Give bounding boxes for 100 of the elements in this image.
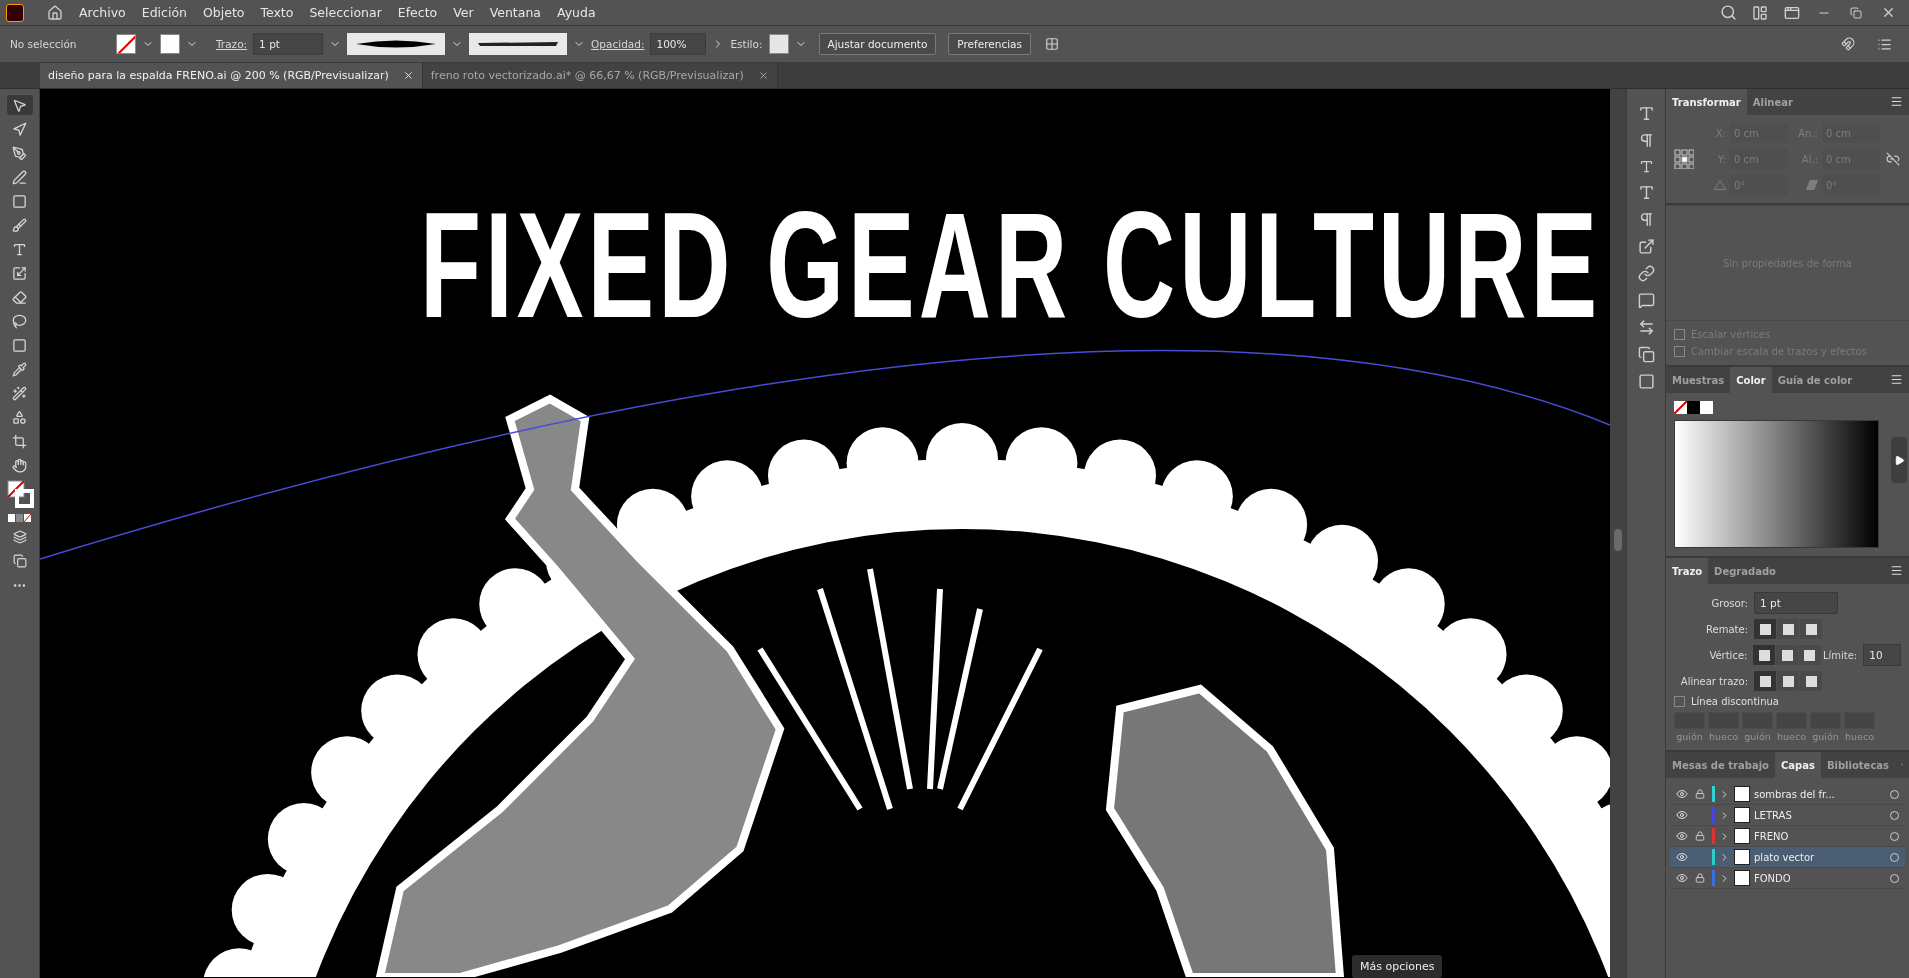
comment-icon[interactable] — [1637, 292, 1655, 309]
limit-field[interactable]: 10 — [1863, 644, 1901, 666]
menu-item[interactable]: Ver — [446, 5, 481, 20]
fill-swatch[interactable] — [116, 34, 136, 54]
menu-item[interactable]: Efecto — [390, 5, 445, 20]
corner-label: Vértice: — [1708, 649, 1748, 661]
lock-icon[interactable] — [1695, 831, 1705, 841]
toolbar-button[interactable]: Ajustar documento — [818, 33, 937, 55]
stroke-swatch[interactable] — [160, 34, 180, 54]
dash-label: guión — [1743, 731, 1772, 742]
glyph-icon[interactable] — [1638, 159, 1654, 174]
menu-item[interactable]: Texto — [253, 5, 301, 20]
eye-icon[interactable] — [1676, 809, 1688, 821]
document-tab[interactable]: diseño para la espalda FRENO.ai @ 200 % (RGB/Previsualizar) — [40, 63, 423, 88]
toolbar-button[interactable]: Preferencias — [948, 33, 1031, 55]
checkbox[interactable] — [1674, 696, 1685, 707]
weight-label: Grosor: — [1710, 597, 1748, 609]
eye-icon[interactable] — [1676, 851, 1688, 863]
document-tab[interactable]: freno roto vectorizado.ai* @ 66,67 % (RGB/Previsualizar) — [422, 63, 778, 88]
layer-row[interactable]: FONDO — [1670, 868, 1905, 889]
character-style-icon[interactable] — [1637, 184, 1655, 201]
layer-thumbnail — [1734, 828, 1750, 844]
panel-tab[interactable]: Capas — [1774, 752, 1821, 778]
layer-name: FONDO — [1754, 872, 1792, 884]
scrollbar-thumb[interactable] — [1614, 529, 1622, 551]
opacity-field[interactable]: 100% — [650, 33, 707, 55]
tooltip: Más opciones — [1352, 955, 1443, 978]
cap-icon[interactable] — [1800, 619, 1822, 639]
color-spectrum[interactable] — [1674, 420, 1879, 548]
dash-label: guión — [1811, 731, 1840, 742]
panel-tab[interactable]: Alinear — [1746, 89, 1799, 115]
checkbox[interactable] — [1674, 329, 1685, 340]
opacity-label[interactable]: Opacidad: — [591, 38, 645, 50]
color-swatches[interactable] — [1674, 401, 1714, 414]
corner-icon[interactable] — [1776, 645, 1799, 665]
stroke-label[interactable]: Trazo: — [216, 38, 248, 50]
layer-row[interactable]: LETRAS — [1670, 805, 1905, 826]
type-icon[interactable] — [1637, 105, 1655, 122]
weight-field[interactable]: 1 pt — [1754, 592, 1838, 614]
dash-label: hueco — [1708, 731, 1739, 742]
panel-tab[interactable]: Muestras — [1666, 367, 1731, 393]
dash-label: guión — [1675, 731, 1704, 742]
cap-icon[interactable] — [1754, 619, 1776, 639]
corner-icon[interactable] — [1753, 645, 1776, 665]
layer-thumbnail — [1734, 786, 1750, 802]
layer-thumbnail — [1734, 870, 1750, 886]
angle-icon — [1714, 180, 1726, 190]
style-swatch[interactable] — [768, 34, 789, 54]
panel-tab[interactable]: Color — [1730, 367, 1772, 393]
close-icon[interactable] — [402, 70, 414, 81]
stroke-weight-field[interactable]: 1 pt — [253, 33, 324, 55]
app-logo[interactable] — [6, 3, 24, 22]
panel-tab[interactable]: Transformar — [1666, 89, 1747, 115]
lock-icon[interactable] — [1695, 789, 1705, 799]
eye-icon[interactable] — [1676, 788, 1688, 800]
corner-icon[interactable] — [1799, 645, 1821, 665]
menu-item[interactable]: Edición — [134, 5, 194, 20]
menu-item[interactable]: Objeto — [195, 5, 252, 20]
menu-item[interactable]: Ayuda — [550, 5, 603, 20]
export-icon[interactable] — [1637, 238, 1655, 255]
panel-tab[interactable]: Bibliotecas — [1820, 752, 1896, 778]
align-stroke-icon[interactable] — [1800, 671, 1822, 691]
pointer-icon[interactable] — [6, 95, 33, 115]
pathfinder-icon[interactable] — [1637, 346, 1655, 363]
artboard-icon[interactable] — [1637, 373, 1655, 390]
eye-icon[interactable] — [1676, 872, 1688, 884]
layer-name: LETRAS — [1754, 809, 1793, 821]
layer-thumbnail — [1734, 849, 1750, 865]
eye-icon[interactable] — [1676, 830, 1688, 842]
brush-stroke-icon[interactable] — [478, 42, 559, 46]
cap-icon[interactable] — [1777, 619, 1799, 639]
dash-label: hueco — [1776, 731, 1807, 742]
menu-item[interactable]: Seleccionar — [302, 5, 389, 20]
play-icon[interactable] — [1891, 437, 1907, 483]
transform-icon[interactable] — [1637, 319, 1655, 336]
checkbox-label: Línea discontinua — [1691, 696, 1779, 707]
link-icon[interactable] — [1637, 265, 1655, 282]
align-label: Alinear trazo: — [1679, 675, 1748, 687]
align-stroke-icon[interactable] — [1777, 671, 1799, 691]
align-stroke-icon[interactable] — [1754, 671, 1776, 691]
headline-text: FIXED GEAR CULTURE — [420, 181, 1602, 349]
layer-thumbnail — [1734, 807, 1750, 823]
shear-icon — [1806, 180, 1818, 190]
lock-icon[interactable] — [1695, 873, 1705, 883]
cap-label: Remate: — [1705, 623, 1748, 635]
menu-item[interactable]: Archivo — [72, 5, 133, 20]
layer-row[interactable]: plato vector — [1670, 847, 1905, 868]
panel-tab[interactable]: Trazo — [1666, 558, 1709, 584]
panel-tab[interactable]: Guía de color — [1771, 367, 1859, 393]
close-icon[interactable] — [757, 70, 769, 81]
color-mode-icon[interactable] — [6, 513, 33, 523]
layer-row[interactable]: sombras del fr... — [1670, 784, 1905, 805]
fill-stroke-icon[interactable] — [5, 479, 34, 509]
reference-point-icon[interactable] — [1674, 149, 1694, 169]
layer-name: FRENO — [1754, 830, 1790, 842]
panel-tab[interactable]: Degradado — [1708, 558, 1782, 584]
panel-tab[interactable]: Mesas de trabajo — [1666, 752, 1775, 778]
checkbox[interactable] — [1674, 346, 1685, 357]
menu-item[interactable]: Ventana — [482, 5, 548, 20]
link-icon[interactable] — [1886, 152, 1900, 166]
